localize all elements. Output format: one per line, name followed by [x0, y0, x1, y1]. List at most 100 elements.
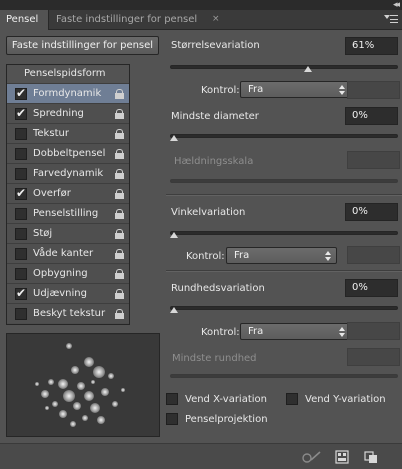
- brush-dab: [58, 379, 68, 389]
- flip-y-label: Vend Y-variation: [305, 394, 386, 405]
- size-jitter-slider[interactable]: [170, 64, 398, 72]
- lock-icon[interactable]: [115, 169, 124, 179]
- list-item-label: Støj: [33, 228, 53, 239]
- flip-x-checkbox[interactable]: Vend X-variation: [166, 393, 286, 407]
- grid-icon[interactable]: [335, 450, 349, 464]
- list-item[interactable]: Tekstur: [7, 123, 129, 143]
- brush-dab: [90, 403, 100, 413]
- panel-menu-icon[interactable]: [384, 12, 398, 26]
- brush-dab: [63, 390, 75, 402]
- lock-icon[interactable]: [115, 269, 124, 279]
- tab-brush-presets[interactable]: Faste indstillinger for pensel: [50, 10, 203, 30]
- list-item-checkbox[interactable]: [15, 148, 27, 160]
- min-diameter-slider-thumb[interactable]: [170, 135, 178, 141]
- tab-pensel[interactable]: Pensel: [0, 10, 49, 30]
- list-item[interactable]: Penselstilling: [7, 203, 129, 223]
- list-item[interactable]: Farvedynamik: [7, 163, 129, 183]
- angle-control-extra-field: [347, 246, 400, 264]
- list-item[interactable]: ✔ Spredning: [7, 103, 129, 123]
- list-item-checkbox[interactable]: [15, 128, 27, 140]
- tilt-scale-field: [347, 151, 400, 169]
- brush-settings-list: Penselspidsform ✔ Formdynamik ✔ Spredning Te…: [6, 64, 130, 325]
- brush-tip-shape-item[interactable]: Penselspidsform: [7, 65, 129, 83]
- list-item-checkbox[interactable]: [15, 268, 27, 280]
- list-item[interactable]: Våde kanter: [7, 243, 129, 263]
- checkmark-icon: ✔: [16, 286, 27, 300]
- roundness-control-dropdown[interactable]: Fra: [240, 323, 351, 340]
- angle-control-label: Kontrol:: [186, 251, 225, 262]
- collapse-panel-icon[interactable]: ◂◂: [393, 0, 400, 10]
- toggle-live-tip-icon[interactable]: [300, 450, 324, 464]
- lock-icon[interactable]: [115, 129, 124, 139]
- min-roundness-field: [347, 348, 400, 366]
- min-diameter-field[interactable]: 0%: [345, 107, 398, 125]
- list-item-checkbox[interactable]: [15, 248, 27, 260]
- list-item-checkbox[interactable]: ✔: [15, 86, 27, 100]
- list-item[interactable]: Støj: [7, 223, 129, 243]
- brush-dab: [84, 391, 94, 401]
- list-item-checkbox[interactable]: [15, 208, 27, 220]
- roundness-jitter-slider[interactable]: [170, 305, 398, 313]
- flip-y-checkbox[interactable]: Vend Y-variation: [286, 393, 398, 407]
- list-item-checkbox[interactable]: ✔: [15, 106, 27, 120]
- lock-icon[interactable]: [115, 309, 124, 319]
- list-item-checkbox[interactable]: [15, 308, 27, 320]
- brush-dab: [59, 410, 67, 418]
- brush-dab: [101, 388, 109, 396]
- angle-jitter-label: Vinkelvariation: [171, 207, 246, 218]
- list-item-label: Penselstilling: [33, 208, 99, 219]
- list-item-label: Farvedynamik: [33, 168, 104, 179]
- angle-jitter-field[interactable]: 0%: [345, 203, 398, 221]
- list-item-checkbox[interactable]: ✔: [15, 186, 27, 200]
- section-divider: [166, 194, 402, 196]
- list-item[interactable]: ✔ Formdynamik: [7, 83, 129, 103]
- brush-projection-box[interactable]: [166, 413, 178, 425]
- angle-control-dropdown[interactable]: Fra: [226, 247, 337, 264]
- size-control-dropdown[interactable]: Fra: [240, 81, 351, 98]
- brush-dab: [71, 366, 79, 374]
- dropdown-arrows-icon: [339, 85, 345, 95]
- list-item-label: Dobbeltpensel: [33, 148, 106, 159]
- lock-icon[interactable]: [115, 289, 124, 299]
- list-item-label: Beskyt tekstur: [33, 308, 106, 319]
- list-item-checkbox[interactable]: ✔: [15, 286, 27, 300]
- roundness-jitter-slider-thumb[interactable]: [170, 307, 178, 313]
- roundness-jitter-field[interactable]: 0%: [345, 279, 398, 297]
- angle-jitter-slider-thumb[interactable]: [170, 232, 178, 238]
- list-item[interactable]: Opbygning: [7, 263, 129, 283]
- size-jitter-slider-thumb[interactable]: [304, 66, 313, 72]
- lock-icon[interactable]: [115, 189, 124, 199]
- tab-close-icon[interactable]: ×: [212, 10, 222, 30]
- lock-icon[interactable]: [115, 209, 124, 219]
- brush-dab: [91, 380, 95, 384]
- flip-x-box[interactable]: [166, 393, 178, 405]
- brush-projection-checkbox[interactable]: Penselprojektion: [166, 413, 276, 427]
- brush-presets-button[interactable]: Faste indstillinger for pensel: [6, 36, 159, 55]
- lock-icon[interactable]: [115, 149, 124, 159]
- brush-dab: [97, 416, 105, 424]
- brush-dab: [41, 390, 49, 398]
- angle-jitter-slider[interactable]: [170, 230, 398, 238]
- list-item-checkbox[interactable]: [15, 228, 27, 240]
- lock-icon[interactable]: [115, 109, 124, 119]
- list-item-label: Overfør: [33, 188, 71, 199]
- roundness-control-value: Fra: [248, 326, 264, 337]
- lock-icon[interactable]: [115, 229, 124, 239]
- list-item[interactable]: Beskyt tekstur: [7, 303, 129, 323]
- tilt-scale-slider: [170, 178, 398, 184]
- lock-icon[interactable]: [115, 89, 124, 99]
- list-item[interactable]: Dobbeltpensel: [7, 143, 129, 163]
- min-diameter-slider[interactable]: [170, 133, 398, 141]
- list-item[interactable]: ✔ Overfør: [7, 183, 129, 203]
- list-item-checkbox[interactable]: [15, 168, 27, 180]
- brush-dab: [52, 401, 58, 407]
- list-item-label: Tekstur: [33, 128, 69, 139]
- lock-icon[interactable]: [115, 249, 124, 259]
- list-item[interactable]: ✔ Udjævning: [7, 283, 129, 303]
- flip-y-box[interactable]: [286, 393, 298, 405]
- checkmark-icon: ✔: [16, 186, 27, 200]
- size-jitter-field[interactable]: 61%: [345, 37, 398, 55]
- brush-dab: [112, 401, 118, 407]
- panel-bottom-bar: [0, 443, 402, 469]
- new-preset-icon[interactable]: [364, 450, 378, 464]
